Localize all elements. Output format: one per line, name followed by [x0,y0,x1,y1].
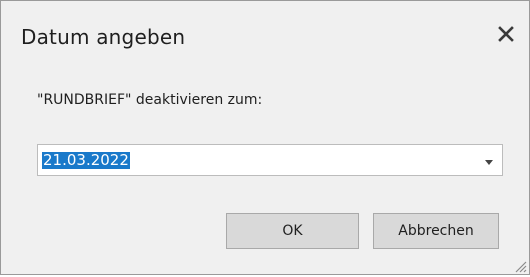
dialog-title: Datum angeben [21,25,186,49]
date-input-value[interactable]: 21.03.2022 [42,152,130,169]
close-icon [498,26,514,46]
ok-button[interactable]: OK [226,213,359,249]
close-button[interactable] [493,23,519,49]
dialog-titlebar[interactable]: Datum angeben [1,1,529,59]
cancel-button-label: Abbrechen [398,223,474,239]
chevron-down-icon [485,151,493,170]
cancel-button[interactable]: Abbrechen [373,213,499,249]
prompt-label: "RUNDBRIEF" deaktivieren zum: [37,92,263,108]
ok-button-label: OK [282,223,303,239]
date-dialog: Datum angeben "RUNDBRIEF" deaktivieren z… [0,0,530,275]
dialog-body: "RUNDBRIEF" deaktivieren zum: 21.03.2022… [1,60,529,274]
dropdown-button[interactable] [476,145,502,175]
date-combobox[interactable]: 21.03.2022 [37,144,503,176]
resize-grip-icon[interactable] [513,258,527,273]
